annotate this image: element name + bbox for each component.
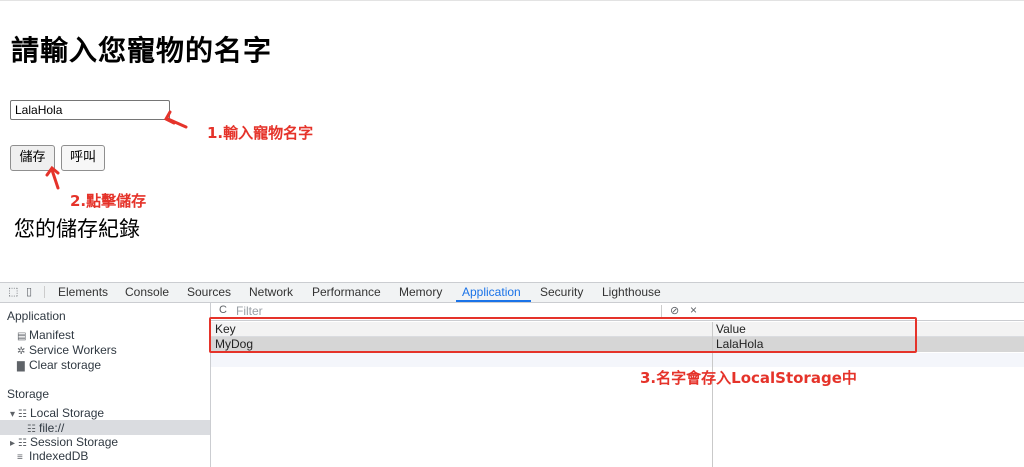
expand-arrow-icon[interactable]: ▾ — [10, 409, 18, 420]
sidebar-item-label: file:// — [39, 421, 65, 435]
database-icon: ≡ — [17, 452, 23, 463]
application-sidebar: Application ▤ Manifest ✲ Service Workers ▇… — [0, 303, 211, 467]
sidebar-item-service-workers[interactable]: ✲ Service Workers — [17, 343, 117, 357]
sidebar-item-label: Local Storage — [30, 406, 105, 420]
sidebar-item-session-storage[interactable]: ▸ ☷ Session Storage — [10, 435, 118, 449]
grid-icon: ☷ — [18, 438, 27, 449]
arrow-to-save — [45, 165, 60, 190]
tab-network[interactable]: Network — [249, 285, 293, 299]
devtools-tabbar: ⬚ ▯ Elements Console Sources Network Per… — [0, 283, 1024, 303]
filter-input[interactable]: Filter — [236, 304, 263, 318]
delete-selected-icon[interactable]: × — [690, 303, 697, 317]
annotation-step2: 2.點擊儲存 — [70, 192, 147, 210]
tab-application[interactable]: Application — [462, 285, 521, 299]
sidebar-item-label: Clear storage — [29, 358, 102, 372]
annotation-step1: 1.輸入寵物名字 — [207, 124, 314, 142]
inspect-icon[interactable]: ⬚ — [8, 286, 20, 298]
tab-separator — [44, 286, 45, 298]
tab-sources[interactable]: Sources — [187, 285, 231, 299]
sidebar-item-label: Service Workers — [29, 343, 117, 357]
sidebar-header-application: Application — [7, 309, 66, 323]
devtools-panel: ⬚ ▯ Elements Console Sources Network Per… — [0, 282, 1024, 467]
collapse-arrow-icon[interactable]: ▸ — [10, 438, 18, 449]
filter-separator — [661, 305, 662, 317]
annotation-step3: 3.名字會存入LocalStorage中 — [640, 369, 857, 387]
tab-lighthouse[interactable]: Lighthouse — [602, 285, 661, 299]
sidebar-item-indexeddb[interactable]: ≡ IndexedDB — [17, 449, 88, 463]
refresh-icon[interactable]: C — [219, 304, 227, 316]
annotation-highlight-box — [209, 317, 917, 353]
sidebar-item-file-origin[interactable]: ☷ file:// — [27, 421, 64, 435]
sidebar-item-clear-storage[interactable]: ▇ Clear storage — [17, 358, 101, 372]
active-tab-indicator — [456, 300, 531, 302]
grid-icon: ☷ — [27, 424, 36, 435]
clear-all-icon[interactable]: ⊘ — [670, 304, 679, 317]
sidebar-item-label: Session Storage — [30, 435, 119, 449]
file-icon: ▤ — [17, 331, 27, 342]
tab-security[interactable]: Security — [540, 285, 583, 299]
sidebar-item-manifest[interactable]: ▤ Manifest — [17, 328, 74, 342]
sidebar-item-label: Manifest — [29, 328, 75, 342]
gear-icon: ✲ — [17, 346, 26, 357]
sidebar-item-label: IndexedDB — [29, 449, 89, 463]
grid-icon: ☷ — [18, 409, 27, 420]
tab-console[interactable]: Console — [125, 285, 169, 299]
table-empty-row — [211, 353, 1024, 367]
sidebar-header-storage: Storage — [7, 387, 50, 401]
device-toolbar-icon[interactable]: ▯ — [26, 286, 38, 298]
sidebar-item-local-storage[interactable]: ▾ ☷ Local Storage — [10, 406, 104, 420]
tab-elements[interactable]: Elements — [58, 285, 108, 299]
trash-icon: ▇ — [17, 361, 25, 372]
tab-performance[interactable]: Performance — [312, 285, 381, 299]
tab-memory[interactable]: Memory — [399, 285, 442, 299]
arrow-to-input — [163, 110, 188, 129]
